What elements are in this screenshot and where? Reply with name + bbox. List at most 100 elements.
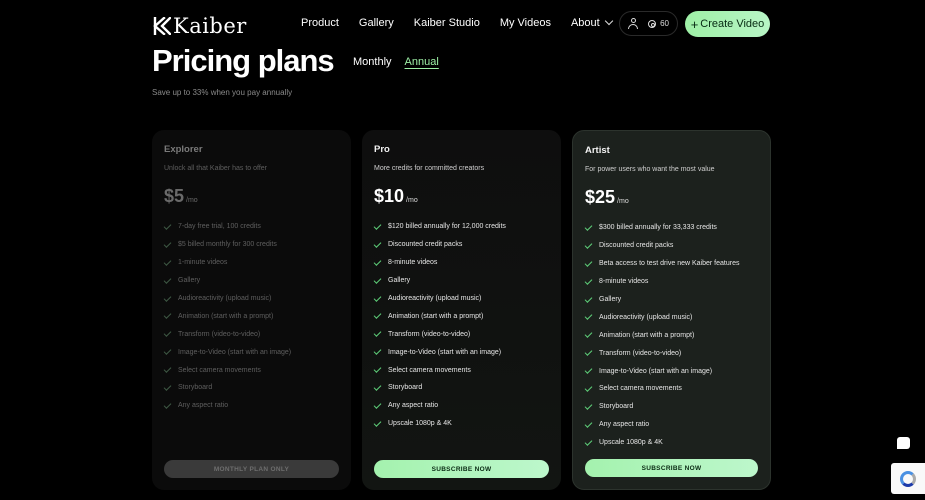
feature-item: 8-minute videos bbox=[373, 254, 549, 272]
plan-description: For power users who want the most value bbox=[585, 166, 715, 173]
feature-item: $5 billed monthly for 300 credits bbox=[163, 236, 339, 254]
feature-item: $300 billed annually for 33,333 credits bbox=[584, 219, 758, 237]
plan-description: Unlock all that Kaiber has to offer bbox=[164, 165, 267, 172]
feature-text: Transform (video-to-video) bbox=[388, 330, 471, 338]
toggle-annual[interactable]: Annual bbox=[405, 56, 439, 68]
feature-text: Beta access to test drive new Kaiber fea… bbox=[599, 260, 740, 268]
subscribe-artist-button[interactable]: SUBSCRIBE NOW bbox=[585, 459, 758, 477]
feature-item: Beta access to test drive new Kaiber fea… bbox=[584, 255, 758, 273]
nav-product[interactable]: Product bbox=[301, 17, 339, 29]
check-icon bbox=[584, 348, 593, 357]
feature-item: Audioreactivity (upload music) bbox=[163, 290, 339, 308]
check-icon bbox=[163, 383, 172, 391]
feature-text: 7-day free trial, 100 credits bbox=[178, 223, 261, 231]
check-icon bbox=[163, 347, 172, 356]
check-icon bbox=[373, 329, 382, 338]
feature-text: Any aspect ratio bbox=[178, 402, 229, 410]
feature-text: Animation (start with a prompt) bbox=[178, 312, 274, 320]
nav-kaiber-studio[interactable]: Kaiber Studio bbox=[414, 17, 480, 29]
feature-item: Storyboard bbox=[584, 398, 758, 416]
feature-item: 8-minute videos bbox=[584, 273, 758, 291]
kaiber-logo[interactable]: Kaiber bbox=[153, 14, 247, 38]
check-icon bbox=[163, 400, 172, 409]
check-icon bbox=[373, 347, 382, 356]
check-icon bbox=[584, 312, 593, 321]
plan-card-explorer: Explorer Unlock all that Kaiber has to o… bbox=[152, 130, 351, 490]
feature-item: Transform (video-to-video) bbox=[373, 325, 549, 343]
feature-text: 8-minute videos bbox=[599, 278, 649, 286]
plan-price: $10 /mo bbox=[374, 186, 549, 207]
feature-item: Image-to-Video (start with an image) bbox=[584, 362, 758, 380]
feature-text: Audioreactivity (upload music) bbox=[599, 313, 693, 321]
feature-text: Select camera movements bbox=[388, 366, 471, 374]
check-icon bbox=[373, 311, 382, 320]
feature-text: $5 billed monthly for 300 credits bbox=[178, 241, 277, 249]
feature-text: Audioreactivity (upload music) bbox=[178, 295, 272, 302]
check-icon bbox=[373, 239, 382, 248]
subscribe-pro-button[interactable]: SUBSCRIBE NOW bbox=[374, 460, 549, 478]
nav-gallery[interactable]: Gallery bbox=[359, 17, 394, 29]
price-period: /mo bbox=[406, 197, 418, 204]
feature-item: Animation (start with a prompt) bbox=[373, 307, 549, 325]
feature-list: $120 billed annually for 12,000 credits D… bbox=[373, 218, 549, 433]
check-icon bbox=[584, 384, 593, 392]
feature-item: Animation (start with a prompt) bbox=[584, 326, 758, 344]
plus-icon: + bbox=[690, 16, 699, 32]
monthly-plan-only-button[interactable]: MONTHLY PLAN ONLY bbox=[164, 460, 339, 478]
chat-icon[interactable] bbox=[897, 437, 910, 449]
feature-item: Discounted credit packs bbox=[584, 237, 758, 255]
feature-text: Storyboard bbox=[599, 403, 634, 411]
nav-my-videos[interactable]: My Videos bbox=[500, 17, 551, 29]
create-video-button[interactable]: + Create Video bbox=[685, 11, 770, 37]
feature-item: $120 billed annually for 12,000 credits bbox=[373, 218, 549, 236]
feature-text: Any aspect ratio bbox=[388, 402, 439, 410]
credits-counter[interactable]: 60 bbox=[648, 19, 669, 28]
price-amount: $25 bbox=[585, 187, 616, 207]
check-icon bbox=[163, 275, 172, 284]
toggle-monthly[interactable]: Monthly bbox=[353, 56, 392, 68]
check-icon bbox=[373, 275, 382, 284]
feature-text: Image-to-Video (start with an image) bbox=[178, 348, 292, 356]
feature-text: Gallery bbox=[599, 296, 622, 303]
feature-list: 7-day free trial, 100 credits $5 billed m… bbox=[163, 218, 339, 415]
credits-icon bbox=[648, 19, 657, 28]
recaptcha-badge[interactable] bbox=[891, 463, 925, 494]
feature-text: Transform (video-to-video) bbox=[178, 330, 261, 338]
feature-item: Upscale 1080p & 4K bbox=[584, 434, 758, 452]
feature-text: Image-to-Video (start with an image) bbox=[599, 367, 713, 375]
feature-text: Gallery bbox=[178, 277, 201, 285]
pricing-subtitle: Save up to 33% when you pay annually bbox=[152, 88, 293, 97]
check-icon bbox=[373, 293, 382, 302]
brand-name: Kaiber bbox=[173, 14, 247, 38]
feature-text: 8-minute videos bbox=[388, 259, 438, 267]
feature-item: Gallery bbox=[373, 272, 549, 290]
feature-text: $120 billed annually for 12,000 credits bbox=[388, 223, 506, 231]
feature-text: Discounted credit packs bbox=[599, 242, 674, 250]
check-icon bbox=[584, 258, 593, 267]
check-icon bbox=[163, 329, 172, 338]
feature-item: Any aspect ratio bbox=[163, 397, 339, 415]
feature-item: Storyboard bbox=[163, 379, 339, 397]
nav-about-label: About bbox=[570, 17, 600, 29]
feature-text: Image-to-Video (start with an image) bbox=[388, 348, 502, 356]
kaiber-logo-icon bbox=[153, 17, 171, 35]
feature-text: Animation (start with a prompt) bbox=[599, 331, 695, 339]
feature-text: $300 billed annually for 33,333 credits bbox=[599, 224, 717, 232]
account-pill[interactable]: 60 bbox=[619, 11, 678, 36]
nav-about-dropdown[interactable]: About bbox=[570, 16, 613, 29]
plan-card-artist: Artist For power users who want the most… bbox=[572, 130, 771, 490]
main-nav: Product Gallery Kaiber Studio My Videos … bbox=[301, 16, 632, 29]
check-icon bbox=[373, 222, 382, 230]
feature-text: Transform (video-to-video) bbox=[599, 349, 682, 357]
check-icon bbox=[163, 239, 172, 248]
feature-item: Any aspect ratio bbox=[584, 416, 758, 434]
check-icon bbox=[163, 311, 172, 320]
feature-text: Storyboard bbox=[388, 384, 423, 392]
feature-item: 7-day free trial, 100 credits bbox=[163, 218, 339, 236]
feature-item: Storyboard bbox=[373, 379, 549, 397]
check-icon bbox=[163, 365, 172, 373]
plan-name: Artist bbox=[585, 145, 610, 156]
check-icon bbox=[584, 240, 593, 249]
billing-toggle: Monthly Annual bbox=[353, 56, 439, 68]
feature-text: Gallery bbox=[388, 277, 411, 285]
